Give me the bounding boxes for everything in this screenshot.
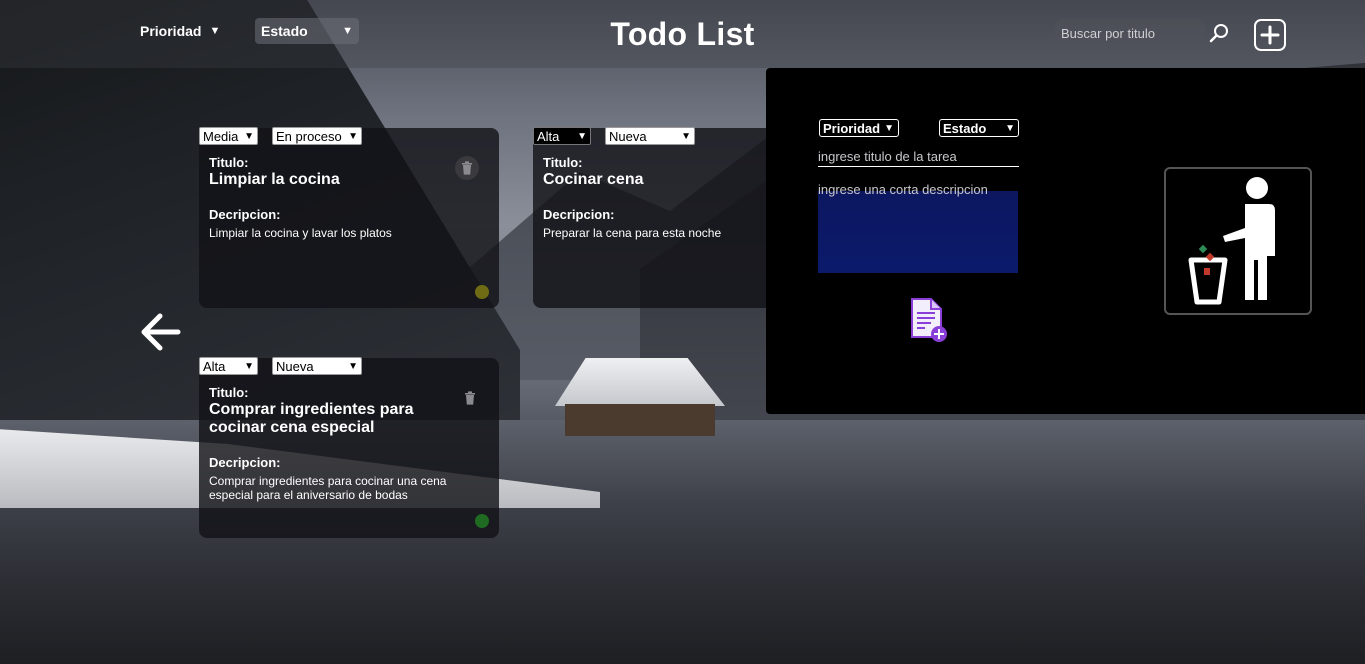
new-task-priority-select[interactable]: Prioridad ▼ [819,119,899,137]
task-description: Comprar ingredientes para cocinar una ce… [209,474,447,502]
task-title-label: Titulo: [543,155,583,170]
status-indicator-dot [475,285,489,299]
new-task-priority-value: Prioridad [823,120,881,136]
task-status-value: Nueva [609,128,647,144]
status-indicator-dot [475,514,489,528]
task-description-label: Decripcion: [543,207,615,222]
task-priority-select[interactable]: Alta ▼ [199,357,258,375]
previous-page-button[interactable] [138,310,182,354]
add-task-button[interactable] [1254,19,1286,51]
new-task-description-input[interactable] [818,180,1018,273]
task-title: Cocinar cena [543,171,644,188]
delete-task-button[interactable] [455,156,479,180]
trash-icon [462,161,472,175]
trash-person-icon [1188,177,1275,305]
task-title-label: Titulo: [209,155,249,170]
plus-icon [1260,25,1280,45]
new-task-title-input[interactable] [818,147,1019,167]
search-input[interactable] [1055,19,1205,47]
task-priority-value: Media [203,128,239,144]
task-priority-select[interactable]: Alta ▼ [533,127,591,145]
task-description: Limpiar la cocina y lavar los platos [209,226,392,240]
create-task-button[interactable] [909,297,949,345]
task-description-label: Decripcion: [209,455,281,470]
task-priority-value: Alta [203,358,226,374]
task-title: Limpiar la cocina [209,171,340,188]
new-task-status-select[interactable]: Estado ▼ [939,119,1019,137]
lake-house [555,358,725,436]
task-status-value: En proceso [276,128,342,144]
new-task-status-value: Estado [943,120,987,136]
trash-icon [465,391,475,405]
add-document-icon [911,298,947,342]
arrow-left-icon [141,313,181,351]
task-card: Alta ▼ Nueva ▼ Titulo: Comprar ingrediente… [199,357,499,538]
task-priority-value: Alta [537,128,560,144]
task-status-value: Nueva [276,358,314,374]
task-priority-select[interactable]: Media ▼ [199,127,258,145]
new-task-panel: Prioridad ▼ Estado ▼ [766,68,1365,414]
task-status-select[interactable]: En proceso ▼ [272,127,362,145]
task-title-label: Titulo: [209,385,249,400]
search-button[interactable] [1205,19,1233,47]
task-status-select[interactable]: Nueva ▼ [272,357,362,375]
header-bar: Prioridad ▼ Estado ▼ Todo List [0,0,1365,68]
task-status-select[interactable]: Nueva ▼ [605,127,695,145]
delete-task-button[interactable] [458,386,482,410]
task-title: Comprar ingredientes para cocinar cena e… [209,401,414,436]
task-card: Media ▼ En proceso ▼ Titulo: Limpiar la co… [199,127,499,308]
trash-drop-zone[interactable] [1164,167,1312,315]
search-icon [1209,24,1228,43]
task-description-label: Decripcion: [209,207,281,222]
